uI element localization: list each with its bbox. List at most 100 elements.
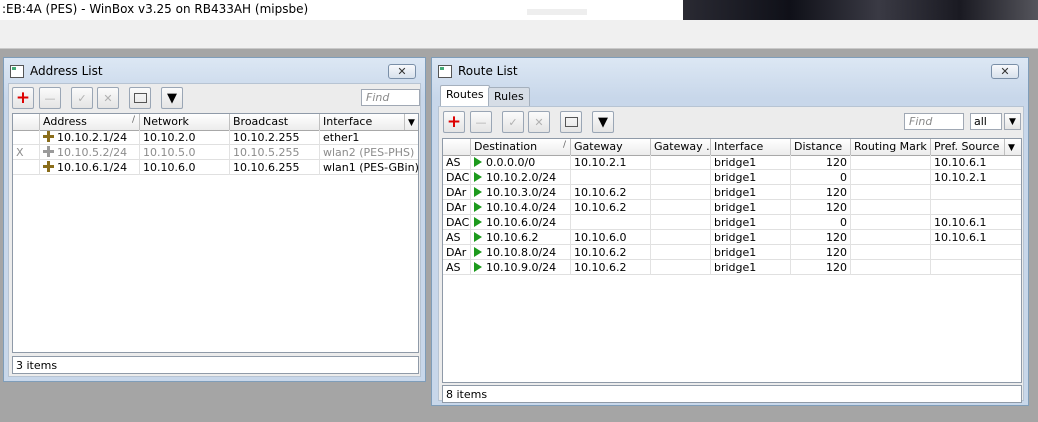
route-list-window: Route List ✕ Routes Rules + — ✓ ✕ ▼ Find… [431,57,1029,406]
address-list-body: + — ✓ ✕ ▼ Find Address / Network Broadcas… [8,83,421,377]
cell-flag [13,160,40,175]
route-list-titlebar[interactable]: Route List [438,62,518,80]
cell-gateway: 10.10.6.2 [571,200,651,215]
cell-address: 10.10.6.1/24 [40,160,140,175]
column-destination[interactable]: Destination / [471,139,571,155]
filter-dropdown-button[interactable]: ▼ [1004,113,1021,130]
column-flags[interactable] [443,139,471,155]
comment-button[interactable] [560,111,582,133]
table-header: Destination / Gateway Gateway ... Interfa… [443,139,1021,156]
address-list-titlebar[interactable]: Address List [10,62,103,80]
comment-button[interactable] [129,87,151,109]
address-list-window: Address List ✕ + — ✓ ✕ ▼ Find Address / N… [3,57,426,382]
cell-distance: 120 [791,155,851,170]
cell-flags: AS [443,155,471,170]
cell-gateway: 10.10.2.1 [571,155,651,170]
cell-routing-mark [851,215,931,230]
column-flags[interactable] [13,114,40,130]
cell-interface: wlan1 (PES-GBin) [320,160,418,175]
table-row[interactable]: AS 10.10.9.0/24 10.10.6.2 bridge1 120 [443,260,1021,275]
route-flag-icon [474,232,482,242]
close-button[interactable]: ✕ [388,64,416,79]
cell-interface: bridge1 [711,245,791,260]
filter-button[interactable]: ▼ [592,111,614,133]
window-icon [438,64,452,78]
table-row[interactable]: DAr 10.10.4.0/24 10.10.6.2 bridge1 120 [443,200,1021,215]
column-network[interactable]: Network [140,114,230,130]
column-gateway-state[interactable]: Gateway ... [651,139,711,155]
cell-gateway-state [651,230,711,245]
table-row[interactable]: X 10.10.5.2/24 10.10.5.0 10.10.5.255 wla… [13,145,418,160]
cell-routing-mark [851,170,931,185]
table-row[interactable]: DAr 10.10.3.0/24 10.10.6.2 bridge1 120 [443,185,1021,200]
column-broadcast[interactable]: Broadcast [230,114,320,130]
column-pref-source[interactable]: Pref. Source [931,139,1005,155]
cell-pref-source: 10.10.6.1 [931,230,1021,245]
cell-pref-source: 10.10.6.1 [931,215,1021,230]
cell-gateway: 10.10.6.0 [571,230,651,245]
enable-button[interactable]: ✓ [71,87,93,109]
sort-icon: / [562,140,566,150]
close-button[interactable]: ✕ [991,64,1019,79]
enable-button[interactable]: ✓ [502,111,524,133]
cell-network: 10.10.5.0 [140,145,230,160]
tab-rules[interactable]: Rules [488,87,530,107]
cell-gateway-state [651,260,711,275]
remove-button[interactable]: — [470,111,492,133]
table-row[interactable]: DAC 10.10.6.0/24 bridge1 0 10.10.6.1 [443,215,1021,230]
route-table: Destination / Gateway Gateway ... Interfa… [442,138,1022,383]
find-input[interactable]: Find [361,89,420,106]
cell-gateway-state [651,215,711,230]
cell-distance: 0 [791,215,851,230]
column-routing-mark[interactable]: Routing Mark [851,139,931,155]
route-list-body: + — ✓ ✕ ▼ Find all ▼ Destination / Gatewa… [438,106,1024,403]
cell-pref-source [931,200,1021,215]
column-interface[interactable]: Interface [320,114,405,130]
column-interface[interactable]: Interface [711,139,791,155]
cell-interface: bridge1 [711,155,791,170]
table-row[interactable]: 10.10.6.1/24 10.10.6.0 10.10.6.255 wlan1… [13,160,418,175]
cell-distance: 120 [791,260,851,275]
sort-icon: / [131,115,135,125]
funnel-icon: ▼ [167,90,177,106]
cell-routing-mark [851,260,931,275]
add-button[interactable]: + [443,111,465,133]
table-row[interactable]: 10.10.2.1/24 10.10.2.0 10.10.2.255 ether… [13,130,418,145]
filter-button[interactable]: ▼ [161,87,183,109]
cross-icon: ✕ [103,91,113,105]
column-distance[interactable]: Distance [791,139,851,155]
add-button[interactable]: + [12,87,34,109]
cell-address: 10.10.2.1/24 [40,130,140,145]
column-address[interactable]: Address / [40,114,140,130]
cell-distance: 120 [791,245,851,260]
cell-pref-source: 10.10.2.1 [931,170,1021,185]
remove-button[interactable]: — [39,87,61,109]
table-row[interactable]: DAr 10.10.8.0/24 10.10.6.2 bridge1 120 [443,245,1021,260]
app-title-bar: :EB:4A (PES) - WinBox v3.25 on RB433AH (… [0,0,1038,20]
chevron-down-icon: ▼ [1008,143,1015,153]
column-chooser[interactable]: ▼ [1005,139,1021,155]
route-flag-icon [474,262,482,272]
filter-select[interactable]: all [970,113,1002,130]
column-gateway[interactable]: Gateway [571,139,651,155]
cell-routing-mark [851,230,931,245]
find-input[interactable]: Find [904,113,964,130]
disable-button[interactable]: ✕ [97,87,119,109]
cell-destination: 10.10.8.0/24 [471,245,571,260]
cell-destination: 10.10.6.2 [471,230,571,245]
disable-button[interactable]: ✕ [528,111,550,133]
cell-flags: AS [443,260,471,275]
cell-address: 10.10.5.2/24 [40,145,140,160]
table-row[interactable]: DAC 10.10.2.0/24 bridge1 0 10.10.2.1 [443,170,1021,185]
table-row[interactable]: AS 0.0.0.0/0 10.10.2.1 bridge1 120 10.10… [443,155,1021,170]
route-flag-icon [474,157,482,167]
route-flag-icon [474,202,482,212]
address-icon [43,146,54,157]
comment-icon [133,93,147,103]
tab-routes[interactable]: Routes [440,85,490,107]
cell-routing-mark [851,185,931,200]
table-row[interactable]: AS 10.10.6.2 10.10.6.0 bridge1 120 10.10… [443,230,1021,245]
column-chooser[interactable]: ▼ [405,114,418,130]
cell-flags: AS [443,230,471,245]
cell-destination: 0.0.0.0/0 [471,155,571,170]
